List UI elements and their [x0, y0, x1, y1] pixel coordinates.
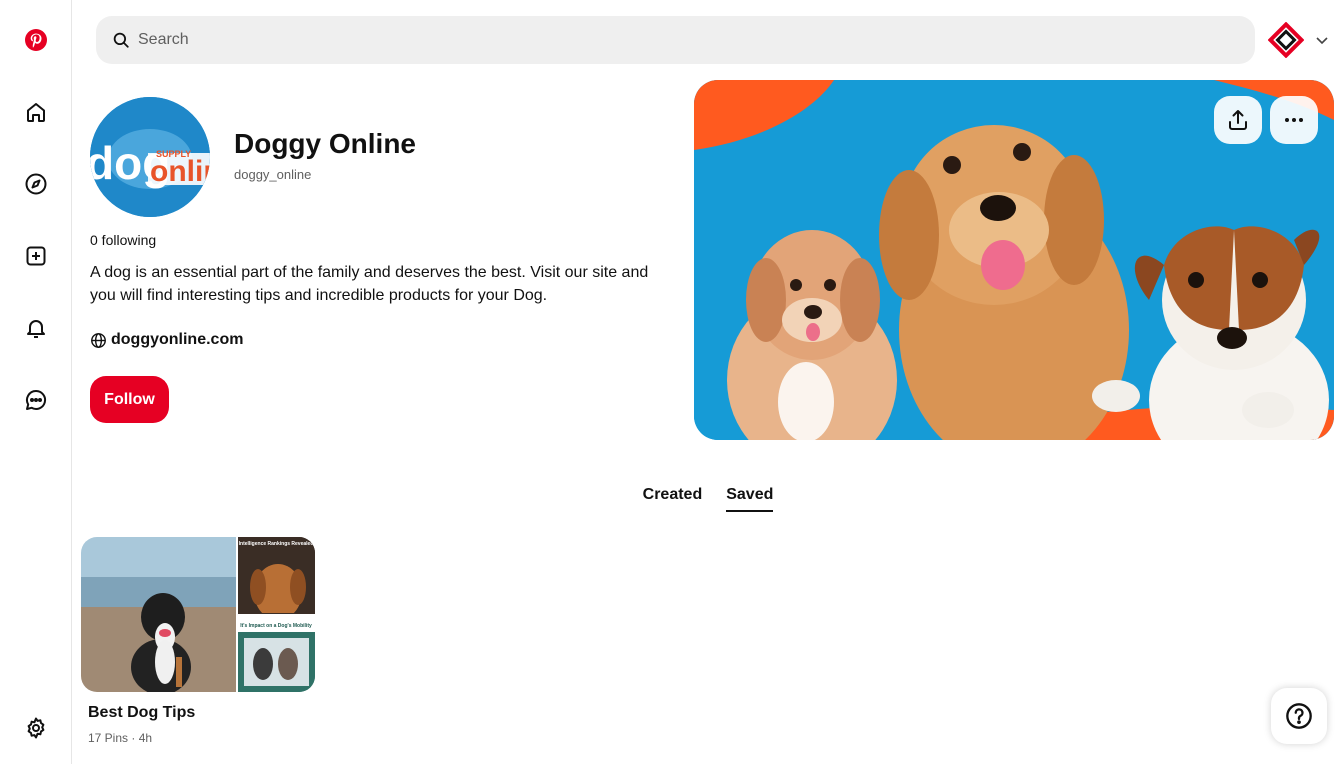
search-icon: [113, 32, 129, 48]
profile-tabs: Created Saved: [0, 486, 1344, 512]
following-count[interactable]: 0 following: [90, 232, 156, 248]
board-thumb-1: Intelligence Rankings Revealed: [238, 537, 315, 614]
svg-text:SUPPLY: SUPPLY: [156, 149, 191, 159]
svg-text:Intelligence Rankings Revealed: Intelligence Rankings Revealed: [239, 541, 314, 547]
more-options-button[interactable]: [1270, 96, 1318, 144]
profile-website-link[interactable]: doggyonline.com: [90, 331, 243, 349]
globe-icon: [91, 332, 106, 348]
profile-handle: doggy_online: [234, 167, 312, 182]
nav-messages[interactable]: [12, 376, 60, 424]
more-dots-icon: [1285, 118, 1303, 122]
help-icon: [1286, 703, 1312, 729]
share-icon: [1229, 110, 1247, 130]
board-thumb-2: It's Impact on a Dog's Mobility: [238, 615, 315, 692]
profile-avatar: dog onlin SUPPLY: [90, 97, 210, 217]
board-card-cover[interactable]: Intelligence Rankings Revealed It's Impa…: [81, 537, 315, 692]
search-input[interactable]: [138, 31, 1138, 49]
tab-created[interactable]: Created: [643, 486, 703, 512]
tab-saved[interactable]: Saved: [726, 486, 774, 512]
left-nav-rail: [0, 0, 72, 764]
board-main-image: [81, 537, 236, 692]
svg-text:It's Impact on a Dog's Mobilit: It's Impact on a Dog's Mobility: [240, 623, 312, 629]
notifications-icon: [27, 320, 45, 338]
board-side-images: Intelligence Rankings Revealed It's Impa…: [238, 537, 315, 692]
svg-text:onlin: onlin: [150, 155, 210, 188]
nav-notifications[interactable]: [12, 304, 60, 352]
profile-bio: A dog is an essential part of the family…: [90, 264, 649, 304]
chevron-down-icon[interactable]: [1312, 30, 1332, 50]
nav-settings[interactable]: [12, 704, 60, 752]
messages-icon: [26, 389, 47, 410]
create-icon: [26, 246, 46, 266]
explore-icon: [25, 173, 47, 195]
settings-icon: [27, 717, 45, 739]
help-button[interactable]: [1271, 688, 1327, 744]
share-button[interactable]: [1214, 96, 1262, 144]
pinterest-logo-button[interactable]: [12, 16, 60, 64]
pinterest-logo-icon: [25, 29, 47, 51]
website-label[interactable]: doggyonline.com: [111, 331, 243, 349]
nav-home[interactable]: [12, 88, 60, 136]
board-title[interactable]: Best Dog Tips: [88, 704, 195, 722]
nav-create[interactable]: [12, 232, 60, 280]
profile-name: Doggy Online: [234, 128, 416, 159]
board-meta: 17 Pins · 4h: [88, 731, 153, 745]
account-avatar-icon[interactable]: [1268, 22, 1304, 58]
follow-button[interactable]: Follow: [90, 376, 169, 423]
nav-explore[interactable]: [12, 160, 60, 208]
home-icon: [27, 103, 45, 122]
search-bar[interactable]: [96, 16, 1255, 64]
